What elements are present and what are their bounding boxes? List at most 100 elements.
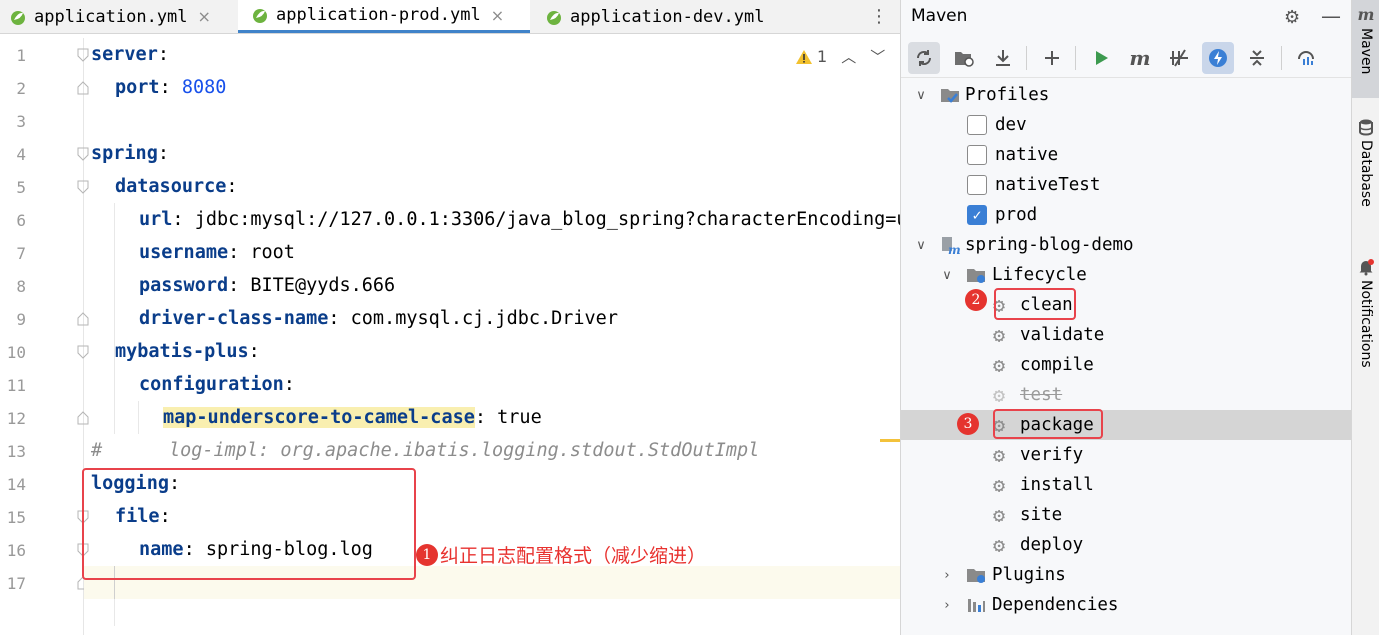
tab-application-yml[interactable]: application.yml × xyxy=(8,0,211,33)
chevron-down-icon[interactable]: ∨ xyxy=(913,88,929,103)
line-number: 5 xyxy=(16,178,26,197)
tree-node-dependencies[interactable]: › Dependencies xyxy=(901,590,1352,620)
more-tabs-icon[interactable]: ⋮ xyxy=(870,6,888,27)
tree-label-profiles: Profiles xyxy=(965,85,1050,105)
stripe-tab-notifications[interactable]: Notifications xyxy=(1352,252,1379,417)
chevron-right-icon[interactable]: › xyxy=(939,568,955,583)
tree-node-plugins[interactable]: › Plugins xyxy=(901,560,1352,590)
line-number: 7 xyxy=(16,244,26,263)
database-icon xyxy=(1359,119,1373,136)
phase-label: deploy xyxy=(1020,535,1084,555)
run-icon xyxy=(1096,51,1108,65)
chevron-down-icon[interactable]: ∨ xyxy=(939,268,955,283)
line-number: 8 xyxy=(16,277,26,296)
tree-node-lifecycle[interactable]: ∨ Lifecycle xyxy=(901,260,1352,290)
minimize-icon[interactable]: — xyxy=(1321,4,1341,28)
code-line-7: username: root xyxy=(139,242,295,263)
profile-checkbox[interactable] xyxy=(967,145,987,165)
line-number: 1 xyxy=(16,46,26,65)
collapse-all-button[interactable] xyxy=(1241,42,1273,74)
line-number: 13 xyxy=(6,442,26,461)
profile-checkbox-checked[interactable]: ✓ xyxy=(967,205,987,225)
line-number: 17 xyxy=(6,574,26,593)
code-line-12: map-underscore-to-camel-case: true xyxy=(163,407,542,428)
run-maven-build-button[interactable] xyxy=(1085,42,1117,74)
tab-application-dev-yml[interactable]: application-dev.yml xyxy=(544,0,764,33)
stripe-tab-label: Notifications xyxy=(1358,280,1374,368)
plugins-folder-icon xyxy=(967,569,985,583)
annotation-badge-1: 1 xyxy=(416,544,438,566)
tab-application-prod-yml[interactable]: application-prod.yml × xyxy=(238,0,530,33)
toggle-skip-tests-button[interactable] xyxy=(1202,42,1234,74)
line-number: 11 xyxy=(6,376,26,395)
indent-guide xyxy=(138,401,139,434)
add-maven-project-button[interactable] xyxy=(1036,42,1068,74)
spring-leaf-icon xyxy=(253,9,267,23)
line-number: 12 xyxy=(6,409,26,428)
close-icon[interactable]: × xyxy=(198,7,211,26)
gear-icon: ⚙ xyxy=(993,503,1006,527)
download-icon xyxy=(996,50,1010,66)
lifecycle-phase-validate[interactable]: ⚙ validate xyxy=(901,320,1352,350)
profile-label: nativeTest xyxy=(995,175,1101,195)
lifecycle-phase-compile[interactable]: ⚙ compile xyxy=(901,350,1352,380)
phase-label-skipped: test xyxy=(1020,385,1063,405)
indent-guide xyxy=(114,203,115,434)
chevron-down-icon[interactable]: ∨ xyxy=(913,238,929,253)
profile-dev[interactable]: dev xyxy=(901,110,1352,140)
chevron-down-icon[interactable]: ﹀ xyxy=(870,46,885,67)
tab-label: application-prod.yml xyxy=(276,5,481,25)
profile-native[interactable]: native xyxy=(901,140,1352,170)
editor-tab-bar: application.yml × application-prod.yml ×… xyxy=(0,0,900,34)
chevron-right-icon[interactable]: › xyxy=(939,598,955,613)
stripe-tab-maven[interactable]: m Maven xyxy=(1352,0,1379,98)
maven-project-icon: m xyxy=(942,237,961,256)
lifecycle-phase-verify[interactable]: ⚙ verify xyxy=(901,440,1352,470)
toggle-offline-mode-button[interactable] xyxy=(1163,42,1195,74)
lifecycle-phase-site[interactable]: ⚙ site xyxy=(901,500,1352,530)
chevron-up-icon[interactable]: ︿ xyxy=(841,46,856,67)
code-line-8: password: BITE@yyds.666 xyxy=(139,275,396,296)
maven-title: Maven xyxy=(911,6,968,26)
maven-toolbar: m xyxy=(901,38,1352,78)
phase-label: compile xyxy=(1020,355,1094,375)
offline-icon xyxy=(1170,49,1188,67)
tree-label-dependencies: Dependencies xyxy=(992,595,1119,615)
code-line-2: port: 8080 xyxy=(115,77,227,98)
stripe-tab-database[interactable]: Database xyxy=(1352,112,1379,227)
code-line-9: driver-class-name: com.mysql.cj.jdbc.Dri… xyxy=(139,308,618,329)
phase-label: install xyxy=(1020,475,1094,495)
warning-icon xyxy=(796,49,812,64)
profile-label: prod xyxy=(995,205,1038,225)
line-number: 16 xyxy=(6,541,26,560)
bell-icon xyxy=(1359,259,1374,276)
lifecycle-phase-test[interactable]: ⚙ test xyxy=(901,380,1352,410)
gear-icon: ⚙ xyxy=(993,383,1006,407)
annotation-text: 纠正日志配置格式（减少缩进） xyxy=(440,545,707,567)
analyze-dependencies-button[interactable] xyxy=(1291,42,1323,74)
close-icon[interactable]: × xyxy=(491,6,504,25)
tree-node-profiles[interactable]: ∨ Profiles xyxy=(901,80,1352,110)
code-line-13: # log-impl: org.apache.ibatis.logging.st… xyxy=(91,440,760,461)
line-number: 4 xyxy=(16,145,26,164)
download-sources-button[interactable] xyxy=(987,42,1019,74)
lifecycle-phase-deploy[interactable]: ⚙ deploy xyxy=(901,530,1352,560)
reload-projects-button[interactable] xyxy=(908,42,940,74)
line-number: 15 xyxy=(6,508,26,527)
lifecycle-phase-install[interactable]: ⚙ install xyxy=(901,470,1352,500)
code-editor[interactable]: application.yml × application-prod.yml ×… xyxy=(0,0,900,635)
profile-checkbox[interactable] xyxy=(967,175,987,195)
svg-text:m: m xyxy=(948,243,961,256)
profile-nativeTest[interactable]: nativeTest xyxy=(901,170,1352,200)
generate-sources-button[interactable] xyxy=(948,42,980,74)
annotation-badge-2: 2 xyxy=(965,289,987,311)
gear-icon[interactable]: ⚙ xyxy=(1284,7,1300,28)
execute-maven-goal-button[interactable]: m xyxy=(1124,42,1156,74)
line-number: 14 xyxy=(6,475,26,494)
profile-checkbox[interactable] xyxy=(967,115,987,135)
profile-prod[interactable]: ✓ prod xyxy=(901,200,1352,230)
error-stripe-mark xyxy=(880,439,900,442)
collapse-all-icon xyxy=(1250,50,1264,66)
inspection-widget[interactable]: 1 ︿ ﹀ xyxy=(795,46,885,67)
tree-node-project[interactable]: ∨ m spring-blog-demo xyxy=(901,230,1352,260)
